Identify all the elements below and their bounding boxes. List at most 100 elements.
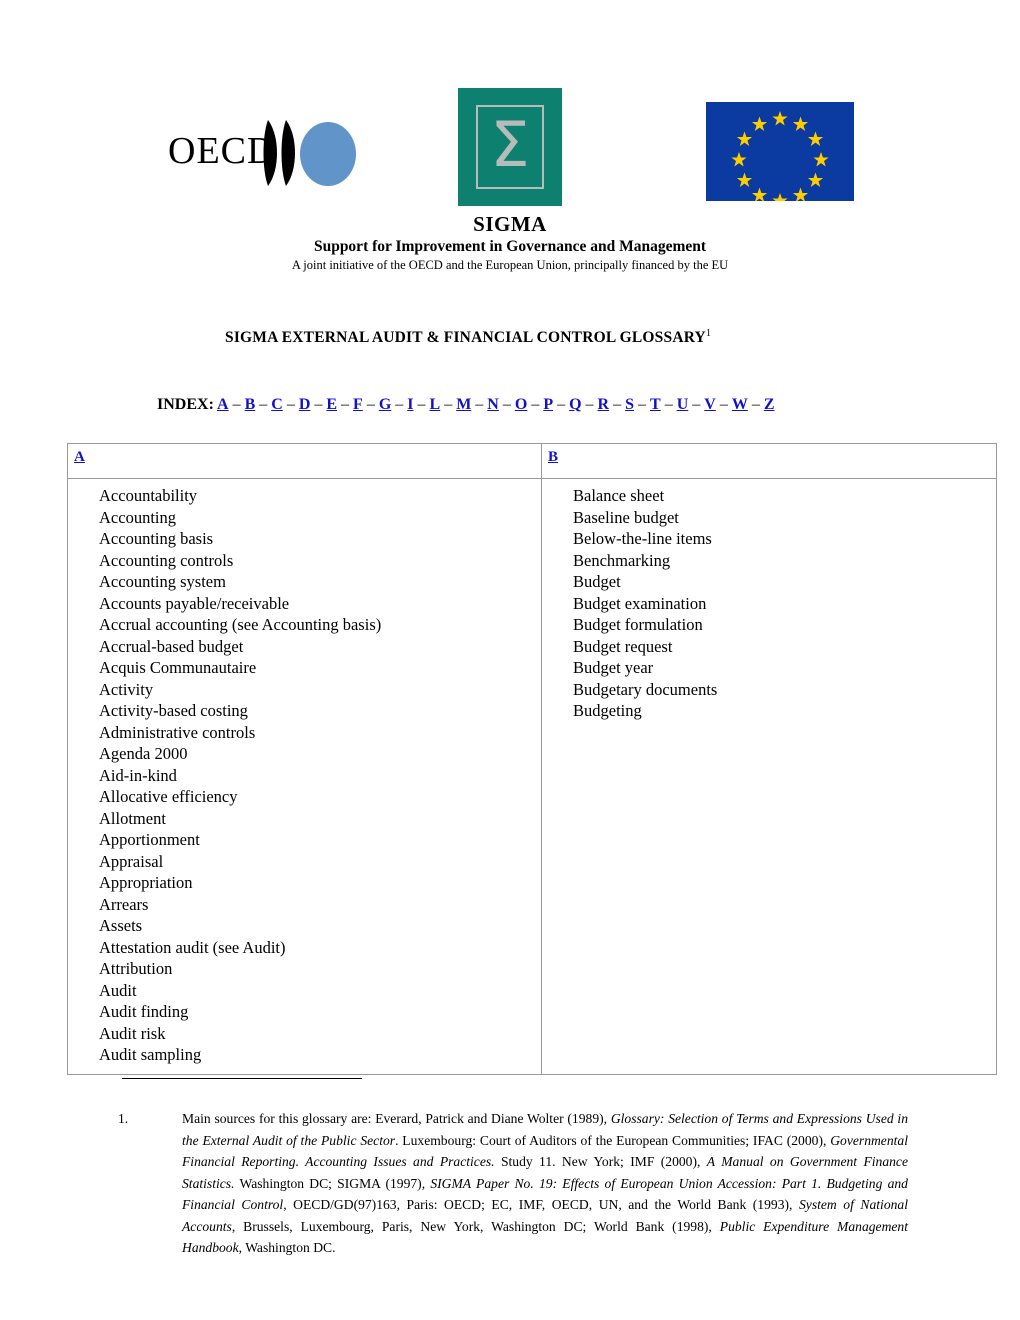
brand-subtitle: Support for Improvement in Governance an… [313,238,707,255]
glossary-term: Allotment [99,808,166,828]
footnote-number: 1. [118,1111,129,1126]
index-letter-p[interactable]: P [543,396,553,413]
index-separator: – [498,396,515,413]
glossary-term: Accounting controls [99,550,234,570]
glossary-term: Aid-in-kind [99,765,177,785]
index-separator: – [609,396,626,413]
oecd-swoosh-icon [263,120,295,186]
index-letter-f[interactable]: F [353,396,363,413]
glossary-term: Budget examination [573,593,707,613]
glossary-term: Administrative controls [99,722,256,742]
footnote-run: , Brussels, Luxembourg, Paris, New York,… [231,1218,720,1234]
glossary-term: Accountability [99,486,198,505]
index-letter-a[interactable]: A [217,396,229,413]
glossary-term: Appropriation [99,873,193,892]
page-title-footnote-marker: 1 [705,328,712,339]
index-letter-g[interactable]: G [379,396,391,413]
glossary-term: Allocative efficiency [99,787,238,806]
glossary-term: Accounting system [99,572,226,591]
index-letter-n[interactable]: N [487,396,499,413]
glossary-term-list: Balance sheet Baseline budget Below-the-li… [542,485,996,722]
index-letter-b[interactable]: B [245,396,256,413]
glossary-term: Budgetary documents [573,679,718,699]
glossary-term: Budget formulation [573,615,703,634]
index-separator: – [282,396,299,413]
index-separator: – [413,396,430,413]
index-separator: – [553,396,570,413]
index-letter-t[interactable]: T [650,396,661,413]
glossary-term: Activity-based costing [99,701,248,720]
glossary-term: Audit finding [99,1002,189,1021]
index-separator: – [391,396,408,413]
index-letter-v[interactable]: V [704,396,716,413]
glossary-term: Accounts payable/receivable [99,593,290,613]
oecd-ellipse-icon [300,122,356,186]
glossary-term: Accrual-based budget [99,636,244,656]
glossary-term: Accounting [99,507,176,527]
glossary-term: Attribution [99,959,173,978]
index-separator: – [688,396,705,413]
glossary-table: A B Accountability Accounting Accounting b… [67,443,997,1075]
index-letter-links[interactable]: A – B – C – D – E – F – G – I – L – M – … [217,396,774,413]
sigma-logo: Σ [458,88,562,206]
glossary-column-body-b: Balance sheet Baseline budget Below-the-li… [541,478,997,1075]
index-letter-w[interactable]: W [732,396,748,413]
footnote-run: Washington DC; SIGMA (1997), [234,1175,431,1191]
footnote-run: Study 11. New York; IMF (2000), [494,1154,707,1169]
index-separator: – [527,396,544,413]
glossary-term: Below-the-line items [573,529,712,548]
index-letter-q[interactable]: Q [569,396,581,413]
index-separator: – [471,396,488,413]
index-separator: – [581,396,598,413]
index-separator: – [440,396,457,413]
brand-title: SIGMA [473,212,547,236]
index-letter-z[interactable]: Z [764,396,775,413]
glossary-heading-row: A B [67,443,997,479]
oecd-logo-text: OECD [168,130,276,172]
glossary-column-heading-a: A [67,443,542,479]
glossary-term: Arrears [99,894,149,914]
footnote-text: Main sources for this glossary are: Ever… [182,1108,908,1259]
index-separator: – [715,396,732,413]
glossary-term: Accounting basis [99,529,214,548]
footnote-run: Main sources for this glossary are: Ever… [182,1111,611,1126]
index-separator: – [337,396,354,413]
index-letter-u[interactable]: U [677,396,689,413]
footnote-run: . Luxembourg: Court of Auditors of the E… [395,1132,831,1148]
index-separator: – [634,396,651,413]
eu-stars-icon [731,111,829,201]
glossary-term: Activity [99,679,154,699]
index-letter-c[interactable]: C [271,396,283,413]
index-letter-r[interactable]: R [598,396,610,413]
index-letter-e[interactable]: E [326,396,337,413]
glossary-term: Benchmarking [573,550,671,570]
index-separator: – [747,396,764,413]
sigma-greek-letter-icon: Σ [490,108,530,181]
index-line: INDEX: A – B – C – D – E – F – G – I – L… [157,396,774,414]
footnote-run: , OECD/GD(97)163, Paris: OECD; EC, IMF, … [283,1197,799,1212]
glossary-body-row: Accountability Accounting Accounting basis… [67,478,997,1075]
glossary-term: Budget year [573,658,654,677]
page-title: SIGMA EXTERNAL AUDIT & FINANCIAL CONTROL… [225,328,711,347]
glossary-term: Audit sampling [99,1045,202,1064]
index-label: INDEX: [157,396,214,413]
glossary-term: Accrual accounting (see Accounting basis… [99,615,382,634]
european-union-flag [706,102,854,201]
index-letter-o[interactable]: O [515,396,527,413]
footnote-run: , Washington DC. [238,1240,336,1255]
oecd-logo: OECD [168,116,356,188]
glossary-term: Budget request [573,636,673,656]
index-letter-l[interactable]: L [430,396,441,413]
sigma-logo-frame: Σ [476,105,544,189]
glossary-heading-letter[interactable]: A [74,449,85,465]
logo-header-row: OECD Σ [0,88,1020,216]
index-letter-s[interactable]: S [625,396,634,413]
brand-note: A joint initiative of the OECD and the E… [291,258,729,272]
glossary-heading-letter[interactable]: B [548,449,558,465]
index-letter-d[interactable]: D [299,396,311,413]
glossary-term: Appraisal [99,851,164,871]
glossary-column-heading-b: B [541,443,997,479]
index-separator: – [660,396,677,413]
index-letter-m[interactable]: M [456,396,471,413]
glossary-term: Apportionment [99,830,200,849]
